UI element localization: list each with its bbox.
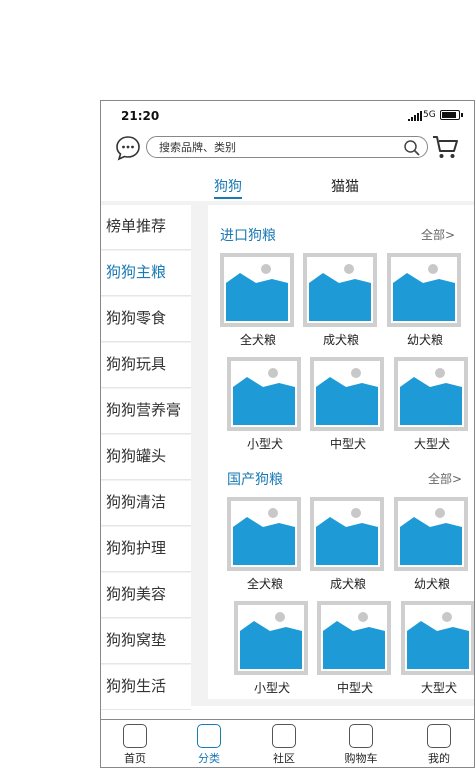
signal-icon [408,111,422,121]
image-placeholder-icon [227,357,301,431]
product-item-label: 中型犬 [336,681,373,695]
image-placeholder-icon [310,497,384,571]
nav-home-label: 首页 [124,752,146,765]
sidebar-item-ranking[interactable]: 榜单推荐 [101,205,191,250]
category-tabs: 狗狗 猫猫 [101,168,474,201]
nav-category-label: 分类 [198,752,220,765]
product-item-label: 幼犬粮 [406,333,443,347]
nav-community-label: 社区 [273,752,295,765]
product-item-label: 全犬粮 [239,333,276,347]
sidebar-item-beds[interactable]: 狗狗窝垫 [101,619,191,664]
product-item-label: 幼犬粮 [413,577,450,591]
image-placeholder-icon [317,601,391,675]
product-item[interactable]: 大型犬 [394,357,470,452]
sidebar-item-grooming[interactable]: 狗狗美容 [101,573,191,618]
product-item[interactable]: 中型犬 [310,357,386,452]
product-item-label: 成犬粮 [322,333,359,347]
product-item[interactable]: 成犬粮 [310,497,386,592]
image-placeholder-icon [394,497,468,571]
product-item-label: 大型犬 [413,437,450,451]
product-item[interactable]: 幼犬粮 [387,253,463,348]
nav-cart-label: 购物车 [344,752,378,765]
bottom-nav: 首页 分类 社区 购物车 我的 [101,719,474,767]
image-placeholder-icon [227,497,301,571]
image-placeholder-icon [234,601,308,675]
sidebar-item-cleaning[interactable]: 狗狗清洁 [101,481,191,526]
image-placeholder-icon [387,253,461,327]
section-more-domestic[interactable]: 全部> [428,470,462,487]
message-icon[interactable] [115,135,141,161]
search-bar[interactable] [146,136,428,158]
search-input[interactable] [159,139,389,155]
product-item-label: 全犬粮 [246,577,283,591]
product-item-label: 小型犬 [253,681,290,695]
tab-cat[interactable]: 猫猫 [331,176,359,196]
nav-community[interactable]: 社区 [259,724,309,766]
product-item-label: 小型犬 [246,437,283,451]
product-item-label: 成犬粮 [329,577,366,591]
phone-frame: 21:20 5G 狗狗 猫猫 榜单推荐 狗狗主粮 [100,100,475,768]
category-icon [197,724,221,748]
status-bar: 21:20 5G [101,101,474,131]
nav-profile-label: 我的 [428,752,450,765]
home-icon [123,724,147,748]
nav-category[interactable]: 分类 [184,724,234,766]
product-item[interactable]: 中型犬 [317,601,393,696]
section-more-imported[interactable]: 全部> [421,226,455,243]
product-item-label: 大型犬 [420,681,457,695]
profile-icon [427,724,451,748]
product-item[interactable]: 幼犬粮 [394,497,470,592]
network-label: 5G [423,110,436,120]
sidebar-item-nutrition[interactable]: 狗狗营养膏 [101,389,191,434]
sidebar-item-staple-food[interactable]: 狗狗主粮 [101,251,191,296]
image-placeholder-icon [310,357,384,431]
product-item-label: 中型犬 [329,437,366,451]
sidebar-item-snacks[interactable]: 狗狗零食 [101,297,191,342]
product-item[interactable]: 全犬粮 [220,253,296,348]
sidebar-item-toys[interactable]: 狗狗玩具 [101,343,191,388]
nav-profile[interactable]: 我的 [414,724,464,766]
product-item[interactable]: 小型犬 [234,601,310,696]
section-title-domestic: 国产狗粮 [227,472,283,488]
search-icon[interactable] [403,139,421,157]
sidebar-item-care[interactable]: 狗狗护理 [101,527,191,572]
community-icon [272,724,296,748]
product-item[interactable]: 成犬粮 [303,253,379,348]
section-title-imported: 进口狗粮 [220,228,276,244]
product-item[interactable]: 大型犬 [401,601,474,696]
product-item[interactable]: 全犬粮 [227,497,303,592]
image-placeholder-icon [303,253,377,327]
sidebar-item-cans[interactable]: 狗狗罐头 [101,435,191,480]
image-placeholder-icon [394,357,468,431]
sidebar-item-living[interactable]: 狗狗生活 [101,665,191,710]
product-item[interactable]: 小型犬 [227,357,303,452]
battery-icon [440,110,463,120]
cart-tab-icon [349,724,373,748]
sidebar: 榜单推荐 狗狗主粮 狗狗零食 狗狗玩具 狗狗营养膏 狗狗罐头 狗狗清洁 狗狗护理… [101,205,191,711]
cart-icon[interactable] [431,133,459,161]
status-time: 21:20 [121,109,160,123]
image-placeholder-icon [220,253,294,327]
tab-dog[interactable]: 狗狗 [214,176,242,199]
nav-home[interactable]: 首页 [110,724,160,766]
category-content: 进口狗粮 全部> 全犬粮 成犬粮 幼犬粮 小型犬 中型犬 大型犬 国产狗粮 全部… [208,205,474,699]
image-placeholder-icon [401,601,474,675]
nav-cart[interactable]: 购物车 [336,724,386,766]
